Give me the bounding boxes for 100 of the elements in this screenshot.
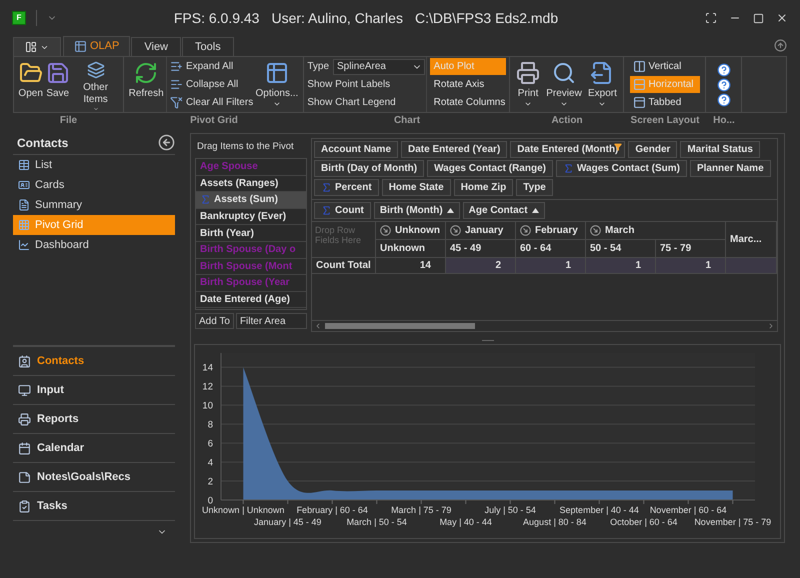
clear-filter-icon (170, 96, 183, 109)
ribbon-large-button[interactable]: Preview (545, 57, 583, 112)
field-chip[interactable]: Age Contact (462, 202, 545, 219)
ribbon-check-button[interactable]: Show Chart Legend (307, 94, 396, 111)
collapse-icon[interactable] (590, 225, 601, 236)
nav-item[interactable]: Tasks (13, 492, 175, 521)
collapse-icon[interactable] (380, 225, 391, 236)
rows-icon (632, 78, 646, 91)
back-icon[interactable] (158, 134, 175, 151)
sigma-icon (562, 163, 574, 174)
nav-item[interactable]: Calendar (13, 434, 175, 463)
ribbon-toggle-button[interactable]: Rotate Axis (430, 76, 506, 93)
field-chip[interactable]: Gender (628, 141, 678, 158)
column-header[interactable]: March (586, 222, 726, 240)
refresh-icon (134, 61, 158, 85)
focus-mode-icon[interactable] (705, 12, 717, 24)
printer-icon (18, 412, 31, 426)
sidebar-item[interactable]: List (13, 155, 175, 175)
target-area-dropdown[interactable]: Filter Area (236, 313, 307, 330)
ribbon-large-button[interactable]: Open (17, 57, 44, 112)
sidebar-item[interactable]: Dashboard (13, 235, 175, 255)
axis-label: March | 75 - 79 (391, 505, 452, 515)
horizontal-scrollbar[interactable] (312, 320, 777, 332)
help-icon[interactable] (716, 62, 730, 76)
field-list-item[interactable]: Date Entered (Age) (196, 292, 306, 308)
field-chip[interactable]: Date Entered (Year) (401, 141, 508, 158)
field-chip[interactable]: Type (516, 179, 553, 196)
column-header[interactable]: February (516, 222, 586, 240)
field-list-item[interactable]: Assets (Sum) (196, 192, 306, 209)
collapse-icon[interactable] (520, 225, 531, 236)
layout-icon (25, 41, 37, 53)
expand-list-icon (170, 60, 183, 73)
nav-item[interactable]: Contacts (13, 347, 175, 376)
y-axis: 0 2 4 6 8 10 12 14 (202, 352, 222, 506)
field-chip[interactable]: Planner Name (690, 160, 771, 177)
field-chip[interactable]: Account Name (314, 141, 398, 158)
table-icon (74, 40, 87, 53)
field-chip[interactable]: Home Zip (454, 179, 514, 196)
ribbon-small-button[interactable]: Clear All Filters (170, 94, 254, 111)
ribbon-group-label: Ho... (712, 114, 736, 128)
table-icon (264, 61, 289, 85)
line-chart-icon (18, 239, 30, 251)
field-list-item[interactable]: Bankruptcy (Ever) (196, 208, 306, 226)
ribbon-group-label: File (58, 114, 78, 128)
help-icon[interactable] (716, 92, 730, 106)
ribbon-large-button[interactable]: Other Items (72, 57, 120, 112)
field-chip[interactable]: Percent (314, 179, 379, 196)
ribbon-tab[interactable]: OLAP (63, 36, 130, 56)
folder-icon (18, 61, 43, 85)
scroll-right-icon[interactable] (767, 322, 775, 330)
field-chip[interactable]: Marital Status (680, 141, 760, 158)
field-list-item[interactable]: Birth (Year) (196, 225, 306, 242)
ribbon-large-button[interactable]: Export (587, 57, 618, 112)
ribbon-small-button[interactable]: Collapse All (170, 76, 238, 93)
app-logo: F (12, 11, 26, 25)
field-chip[interactable]: Date Entered (Month) (510, 141, 626, 158)
table-cell: 1 (516, 258, 586, 274)
ribbon-small-button[interactable]: Expand All (170, 58, 234, 75)
field-chip[interactable]: Home State (382, 179, 451, 196)
row-header: Count Total (312, 258, 376, 274)
table-icon (18, 159, 30, 171)
field-chip[interactable]: Wages Contact (Sum) (556, 160, 687, 177)
app-menu-button[interactable] (13, 37, 61, 56)
nav-item[interactable]: Notes\Goals\Recs (13, 463, 175, 492)
ribbon-large-button[interactable]: Refresh (128, 57, 165, 112)
help-icon[interactable] (716, 78, 730, 92)
ribbon-large-button[interactable]: Print (515, 57, 542, 112)
nav-item[interactable]: Input (13, 376, 175, 405)
add-to-button[interactable]: Add To (195, 313, 234, 330)
column-header[interactable]: January (446, 222, 516, 240)
y-tick-label: 8 (208, 420, 213, 431)
chart-type-dropdown[interactable]: SplineArea (333, 58, 426, 74)
ribbon-group-label: Action (550, 114, 584, 128)
close-icon[interactable] (776, 12, 788, 24)
ribbon-check-button[interactable]: Show Point Labels (307, 76, 390, 93)
sidebar-item[interactable]: Summary (13, 195, 175, 215)
sticky-note-icon (18, 470, 31, 484)
ribbon-tab[interactable]: View (131, 37, 182, 56)
field-chip[interactable]: Count (314, 202, 371, 219)
y-tick-label: 14 (202, 362, 213, 374)
nav-item[interactable]: Reports (13, 405, 175, 434)
maximize-icon[interactable] (753, 12, 764, 24)
field-chip[interactable]: Birth (Month) (374, 202, 460, 219)
ribbon-toggle-button[interactable]: Rotate Columns (430, 94, 506, 111)
layout-button[interactable]: Tabbed (630, 94, 700, 111)
field-chip[interactable]: Wages Contact (Range) (427, 160, 553, 177)
ribbon-large-button[interactable]: Options... (254, 57, 300, 112)
ribbon-large-button[interactable]: Save (44, 57, 71, 112)
field-chip[interactable]: Birth (Day of Month) (314, 160, 424, 177)
collapse-icon[interactable] (450, 225, 461, 236)
column-header[interactable]: Unknown (376, 222, 446, 240)
sidebar-item[interactable]: Cards (13, 175, 175, 195)
scroll-left-icon[interactable] (314, 322, 322, 330)
collapse-ribbon-icon[interactable] (774, 39, 787, 52)
ribbon-group-label: Chart (392, 114, 422, 128)
document-icon (18, 199, 30, 211)
section-title: Contacts (17, 134, 68, 152)
axis-label: August | 80 - 84 (523, 517, 586, 527)
layout-button[interactable]: Vertical (630, 58, 700, 75)
ribbon-tab[interactable]: Tools (182, 37, 234, 56)
